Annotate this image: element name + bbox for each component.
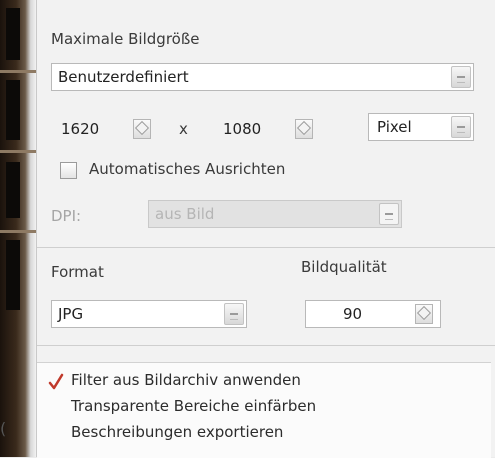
quality-spinner-icon[interactable] [415, 304, 433, 324]
option-apply-filters[interactable]: Filter aus Bildarchiv anwenden [71, 371, 301, 389]
size-preset-value: Benutzerdefiniert [58, 68, 189, 86]
export-settings-panel: Maximale Bildgröße Benutzerdefiniert 162… [36, 0, 495, 458]
format-select[interactable]: JPG [51, 300, 247, 328]
unit-value: Pixel [377, 118, 412, 136]
size-preset-select[interactable]: Benutzerdefiniert [51, 63, 474, 91]
max-size-label: Maximale Bildgröße [51, 30, 200, 48]
chevron-down-icon[interactable] [451, 66, 471, 88]
quality-value: 90 [343, 305, 363, 323]
options-list: Filter aus Bildarchiv anwenden Transpare… [37, 362, 491, 458]
chevron-down-icon[interactable] [224, 303, 244, 325]
chevron-down-icon[interactable] [379, 203, 399, 225]
quality-label: Bildqualität [301, 258, 387, 276]
times-label: x [179, 120, 188, 138]
check-icon [48, 373, 64, 390]
height-spinner-icon[interactable] [295, 119, 313, 139]
option-fill-transparent[interactable]: Transparente Bereiche einfärben [71, 397, 316, 415]
section-divider [37, 345, 495, 346]
format-label: Format [51, 263, 104, 281]
width-spinner-icon[interactable] [133, 119, 151, 139]
chevron-down-icon[interactable] [451, 116, 471, 138]
width-value: 1620 [61, 120, 100, 138]
auto-align-label[interactable]: Automatisches Ausrichten [89, 160, 285, 178]
dpi-label: DPI: [51, 207, 82, 225]
section-divider [37, 247, 495, 248]
background-photo-strip: ( [0, 0, 36, 457]
option-export-descriptions[interactable]: Beschreibungen exportieren [71, 423, 283, 441]
unit-select[interactable]: Pixel [368, 113, 474, 141]
dpi-value: aus Bild [155, 205, 215, 223]
auto-align-checkbox[interactable] [60, 162, 77, 179]
dpi-select[interactable]: aus Bild [148, 200, 402, 228]
format-value: JPG [58, 305, 84, 323]
height-value: 1080 [223, 120, 262, 138]
